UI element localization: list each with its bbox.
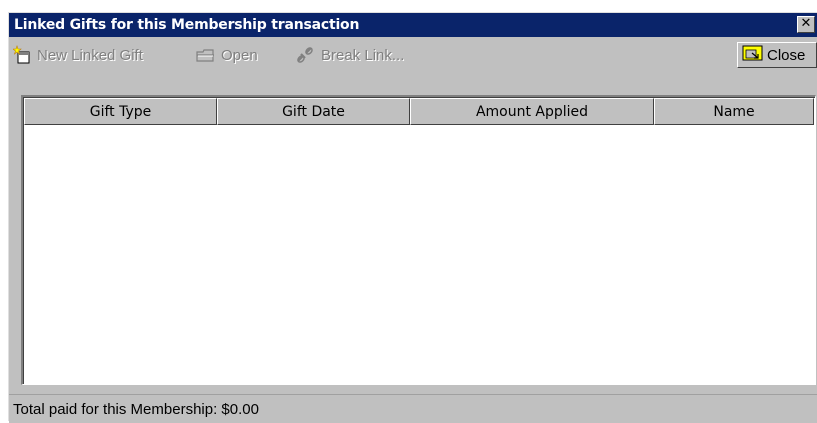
grid-header: Gift Type Gift Date Amount Applied Name — [24, 98, 814, 125]
column-header-gift-type[interactable]: Gift Type — [24, 98, 217, 125]
close-label: Close — [767, 46, 806, 64]
open-folder-icon — [195, 46, 217, 64]
window-close-button[interactable]: ✕ — [797, 16, 815, 33]
open-button[interactable]: Open — [195, 44, 258, 66]
status-bar: Total paid for this Membership: $0.00 — [9, 394, 817, 423]
close-folder-icon — [742, 44, 764, 66]
break-link-label: Break Link... — [321, 46, 405, 64]
new-linked-gift-button[interactable]: New Linked Gift — [13, 44, 143, 66]
broken-link-icon — [295, 45, 317, 65]
column-header-amount-applied[interactable]: Amount Applied — [410, 98, 654, 125]
open-label: Open — [221, 46, 258, 64]
title-bar[interactable]: Linked Gifts for this Membership transac… — [9, 13, 817, 37]
break-link-button[interactable]: Break Link... — [295, 44, 404, 66]
window-title: Linked Gifts for this Membership transac… — [14, 17, 360, 33]
toolbar: New Linked Gift Open Break Link... Close — [9, 39, 817, 71]
column-header-name[interactable]: Name — [654, 98, 814, 125]
new-gift-sparkle-icon — [13, 45, 33, 65]
close-icon: ✕ — [800, 16, 812, 31]
linked-gifts-window: Linked Gifts for this Membership transac… — [8, 12, 817, 423]
total-paid-status: Total paid for this Membership: $0.00 — [13, 401, 259, 418]
close-button[interactable]: Close — [737, 42, 817, 68]
column-header-gift-date[interactable]: Gift Date — [217, 98, 410, 125]
linked-gifts-grid[interactable]: Gift Type Gift Date Amount Applied Name — [21, 95, 816, 385]
new-linked-gift-label: New Linked Gift — [37, 46, 143, 64]
